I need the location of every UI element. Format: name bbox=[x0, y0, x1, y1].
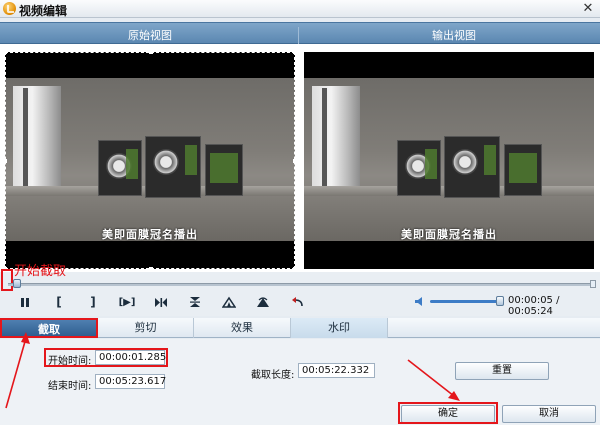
rotate-left-button[interactable] bbox=[212, 293, 246, 311]
video-caption: 美即面膜冠名播出 bbox=[102, 228, 198, 241]
reset-button[interactable]: 重置 bbox=[455, 362, 549, 380]
scene-window bbox=[312, 86, 360, 191]
mark-out-button[interactable]: ] bbox=[76, 293, 110, 311]
timeline-track[interactable] bbox=[8, 283, 596, 286]
original-view-label: 原始视图 bbox=[128, 29, 172, 42]
edit-tabs: 截取 剪切 效果 水印 bbox=[0, 318, 600, 338]
scene-window-frame bbox=[23, 88, 28, 188]
tab-cut[interactable]: 剪切 bbox=[98, 318, 194, 338]
play-selection-button[interactable]: [▶] bbox=[110, 293, 144, 311]
scene-product bbox=[98, 140, 142, 196]
scene-product bbox=[397, 140, 441, 196]
timeline-end-marker[interactable] bbox=[590, 280, 596, 288]
title-bar: 视频编辑 ✕ bbox=[0, 0, 600, 18]
pause-button[interactable] bbox=[8, 293, 42, 311]
ok-button[interactable]: 确定 bbox=[401, 405, 495, 423]
undo-button[interactable] bbox=[280, 293, 314, 311]
rotate-right-button[interactable] bbox=[246, 293, 280, 311]
video-caption: 美即面膜冠名播出 bbox=[401, 228, 497, 241]
scene-product bbox=[145, 136, 201, 198]
volume-icon[interactable] bbox=[414, 296, 426, 307]
time-readout: 00:00:05 / 00:05:24 bbox=[508, 295, 560, 317]
start-time-label: 开始时间: bbox=[48, 356, 92, 367]
trim-length-field: 00:05:22.332 bbox=[298, 363, 375, 378]
timeline-playhead[interactable] bbox=[13, 279, 21, 288]
skip-to-marker-button[interactable] bbox=[144, 293, 178, 311]
close-button[interactable]: ✕ bbox=[580, 1, 596, 16]
end-time-field[interactable]: 00:05:23.617 bbox=[95, 374, 166, 389]
output-video-frame: 美即面膜冠名播出 bbox=[304, 52, 594, 269]
view-header: 原始视图 输出视图 bbox=[0, 22, 600, 49]
tab-trim[interactable]: 截取 bbox=[0, 318, 98, 338]
scene-product bbox=[444, 136, 500, 198]
pause-icon bbox=[21, 297, 29, 307]
undo-icon bbox=[291, 296, 303, 306]
window-title: 视频编辑 bbox=[19, 4, 68, 18]
tab-watermark[interactable]: 水印 bbox=[291, 318, 388, 338]
trim-length-label: 截取长度: bbox=[251, 370, 295, 381]
mark-out-bracket-icon: ] bbox=[90, 295, 96, 309]
start-marker-highlight bbox=[1, 269, 13, 291]
scene-product bbox=[504, 144, 542, 196]
mark-in-bracket-icon: [ bbox=[56, 295, 62, 309]
video-scene: 美即面膜冠名播出 bbox=[5, 78, 295, 241]
end-time-label: 结束时间: bbox=[48, 381, 92, 392]
flip-vertical-button[interactable] bbox=[178, 293, 212, 311]
volume-slider-thumb[interactable] bbox=[496, 296, 504, 306]
rotate-left-icon bbox=[222, 296, 236, 308]
volume-slider[interactable] bbox=[430, 300, 500, 303]
output-view-label: 输出视图 bbox=[432, 29, 476, 42]
flip-vertical-icon bbox=[190, 297, 200, 307]
rotate-right-icon bbox=[257, 297, 269, 307]
scene-window bbox=[13, 86, 61, 191]
start-time-field[interactable]: 00:00:01.285 bbox=[95, 350, 166, 365]
app-logo-icon bbox=[3, 2, 16, 15]
playback-controls: [ ] [▶] bbox=[8, 293, 314, 311]
cancel-button[interactable]: 取消 bbox=[502, 405, 596, 423]
start-cut-annotation: 开始截取 bbox=[14, 264, 67, 279]
video-scene: 美即面膜冠名播出 bbox=[304, 78, 594, 241]
play-selection-icon: [▶] bbox=[118, 296, 136, 308]
tab-effects[interactable]: 效果 bbox=[194, 318, 291, 338]
skip-to-marker-icon bbox=[155, 297, 167, 307]
scene-product bbox=[205, 144, 243, 196]
original-video-frame[interactable]: 美即面膜冠名播出 bbox=[5, 52, 295, 269]
scene-window-frame bbox=[322, 88, 327, 188]
mark-in-button[interactable]: [ bbox=[42, 293, 76, 311]
